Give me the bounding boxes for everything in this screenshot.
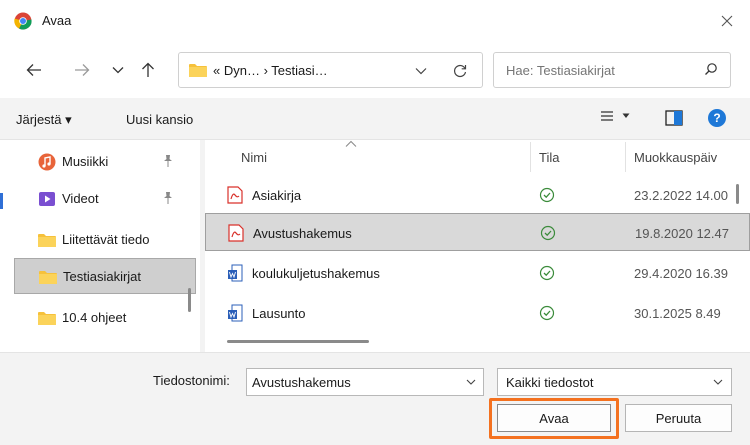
help-button[interactable]: ? xyxy=(708,109,726,127)
window-edge-accent xyxy=(0,193,3,209)
search-box[interactable] xyxy=(493,52,731,88)
file-name: koulukuljetushakemus xyxy=(252,266,380,281)
close-button[interactable] xyxy=(714,8,740,34)
file-name: Asiakirja xyxy=(252,188,302,203)
sidebar-item-label: Liitettävät tiedo xyxy=(62,232,150,247)
preview-pane-button[interactable] xyxy=(665,110,683,129)
window-title: Avaa xyxy=(42,13,72,28)
column-separator[interactable] xyxy=(625,142,626,172)
command-bar: Järjestä ▾ Uusi kansio ? xyxy=(0,98,750,140)
sidebar-item-label: 10.4 ohjeet xyxy=(62,310,127,325)
filename-field[interactable]: Avustushakemus xyxy=(246,368,484,396)
sidebar-item-music[interactable]: Musiikki xyxy=(14,144,196,180)
pdf-file-icon xyxy=(228,224,244,242)
file-row[interactable]: koulukuljetushakemus 29.4.2020 16.39 xyxy=(205,254,750,292)
organize-menu[interactable]: Järjestä ▾ xyxy=(16,112,72,128)
open-file-dialog: Avaa « Dyn… › Testiasi… Hae: Testiasiaki… xyxy=(0,0,750,445)
column-header-name[interactable]: Nimi xyxy=(241,140,267,174)
refresh-icon xyxy=(454,64,467,78)
sidebar-item-label: Videot xyxy=(62,191,99,206)
chevron-down-icon xyxy=(112,67,124,74)
search-input[interactable] xyxy=(506,63,686,78)
music-icon xyxy=(38,153,56,171)
caret-down-icon xyxy=(622,113,630,118)
back-button[interactable] xyxy=(20,56,48,84)
synced-status-icon xyxy=(539,305,555,321)
pin-icon xyxy=(164,192,172,204)
title-bar: Avaa xyxy=(0,0,750,42)
folder-icon xyxy=(39,271,57,284)
refresh-button[interactable] xyxy=(449,60,471,82)
sidebar-item-videos[interactable]: Videot xyxy=(14,181,196,217)
recent-locations-button[interactable] xyxy=(104,56,132,84)
new-folder-button[interactable]: Uusi kansio xyxy=(126,112,193,127)
file-row[interactable]: Lausunto 30.1.2025 8.49 xyxy=(205,294,750,332)
vertical-scrollbar[interactable] xyxy=(736,184,739,204)
column-header-modified[interactable]: Muokkauspäiv xyxy=(634,140,717,174)
address-bar[interactable]: « Dyn… › Testiasi… xyxy=(178,52,483,88)
synced-status-icon xyxy=(540,225,556,241)
synced-status-icon xyxy=(539,265,555,281)
sidebar-item-label: Musiikki xyxy=(62,154,109,169)
arrow-left-icon xyxy=(26,64,41,76)
folder-icon xyxy=(38,234,56,247)
file-row[interactable]: Avustushakemus 19.8.2020 12.47 xyxy=(205,213,750,251)
preview-pane-icon xyxy=(665,110,683,126)
navigation-pane: Musiikki Videot Liitettävät tiedo Testia… xyxy=(0,140,200,352)
filename-value[interactable]: Avustushakemus xyxy=(252,375,351,390)
file-name: Lausunto xyxy=(252,306,306,321)
filename-label: Tiedostonimi: xyxy=(153,373,230,388)
filetype-select[interactable]: Kaikki tiedostot xyxy=(497,368,732,396)
list-view-icon xyxy=(601,111,613,121)
search-icon xyxy=(705,63,717,75)
file-list: Nimi Tila Muokkauspäiv Asiakirja 23.2.20… xyxy=(205,140,750,352)
sidebar-item-attachments[interactable]: Liitettävät tiedo xyxy=(14,222,196,258)
column-header-status[interactable]: Tila xyxy=(539,140,559,174)
chevron-down-icon xyxy=(713,379,723,385)
navigation-scrollbar[interactable] xyxy=(188,288,191,312)
sidebar-item-label: Testiasiakirjat xyxy=(63,269,142,284)
chevron-down-icon xyxy=(415,68,427,75)
pin-icon xyxy=(164,155,172,167)
folder-icon xyxy=(38,312,56,325)
pdf-file-icon xyxy=(227,186,243,204)
folder-icon xyxy=(189,64,207,77)
cancel-button[interactable]: Peruuta xyxy=(625,404,732,432)
sidebar-item-instructions[interactable]: 10.4 ohjeet xyxy=(14,300,196,336)
forward-button[interactable] xyxy=(68,56,96,84)
file-name: Avustushakemus xyxy=(253,226,352,241)
file-modified-date: 23.2.2022 14.00 xyxy=(634,188,728,203)
up-button[interactable] xyxy=(134,56,162,84)
arrow-up-icon xyxy=(142,62,154,77)
sidebar-item-test-documents[interactable]: Testiasiakirjat xyxy=(14,258,196,294)
file-modified-date: 29.4.2020 16.39 xyxy=(634,266,728,281)
word-file-icon xyxy=(228,264,243,282)
view-options-button[interactable] xyxy=(600,110,630,122)
close-icon xyxy=(721,15,733,27)
file-modified-date: 30.1.2025 8.49 xyxy=(634,306,721,321)
horizontal-scrollbar[interactable] xyxy=(227,340,369,343)
synced-status-icon xyxy=(539,187,555,203)
filetype-value: Kaikki tiedostot xyxy=(506,375,594,390)
dialog-footer: Tiedostonimi: Avustushakemus Kaikki tied… xyxy=(0,352,750,445)
word-file-icon xyxy=(228,304,243,322)
file-modified-date: 19.8.2020 12.47 xyxy=(635,226,729,241)
video-icon xyxy=(39,192,55,206)
column-separator[interactable] xyxy=(530,142,531,172)
sidebar-item-partial[interactable] xyxy=(14,340,196,352)
file-row[interactable]: Asiakirja 23.2.2022 14.00 xyxy=(205,176,750,214)
address-dropdown-button[interactable] xyxy=(411,61,431,81)
chrome-logo-icon xyxy=(14,12,32,30)
navigation-bar: « Dyn… › Testiasi… xyxy=(0,42,750,98)
arrow-right-icon xyxy=(75,64,90,76)
sort-ascending-icon xyxy=(345,140,357,147)
chevron-down-icon[interactable] xyxy=(465,375,477,389)
help-icon: ? xyxy=(713,111,721,125)
breadcrumb[interactable]: « Dyn… › Testiasi… xyxy=(213,63,328,78)
open-button[interactable]: Avaa xyxy=(497,404,611,432)
